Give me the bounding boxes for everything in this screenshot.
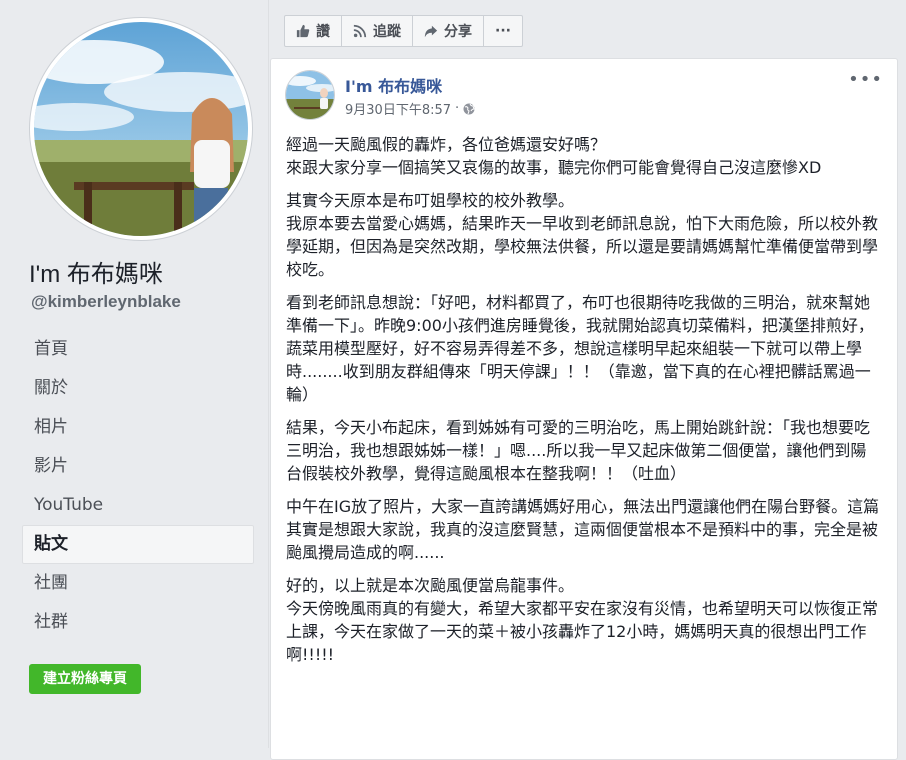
- post-meta: 9月30日下午8:57 ·: [345, 99, 475, 118]
- like-label: 讚: [316, 24, 330, 40]
- globe-icon[interactable]: [463, 103, 475, 115]
- nav-item-photos[interactable]: 相片: [22, 408, 254, 447]
- thumbs-up-icon: [296, 24, 310, 38]
- profile-picture[interactable]: [30, 18, 252, 240]
- share-button[interactable]: 分享: [413, 16, 484, 46]
- share-arrow-icon: [424, 25, 438, 38]
- page-nav: 首頁 關於 相片 影片 YouTube 貼文 社團 社群: [22, 330, 254, 642]
- post-message: 經過一天颱風假的轟炸，各位爸媽還安好嗎？ 來跟大家分享一個搞笑又哀傷的故事，聽完…: [286, 133, 882, 676]
- post-paragraph: 中午在IG放了照片，大家一直誇講媽媽好用心，無法出門還讓他們在陽台野餐。這篇其實…: [286, 497, 880, 562]
- share-label: 分享: [444, 24, 472, 40]
- post-paragraph: 看到老師訊息想說：「好吧，材料都買了，布叮也很期待吃我做的三明治，就來幫她準備一…: [286, 293, 874, 404]
- post-timestamp[interactable]: 9月30日下午8:57: [345, 99, 451, 118]
- post-paragraph: 其實今天原本是布叮姐學校的校外教學。 我原本要去當愛心媽媽，結果昨天一早收到老師…: [286, 191, 879, 279]
- post-author-avatar[interactable]: [286, 71, 334, 119]
- post-paragraph: 好的，以上就是本次颱風便當烏龍事件。 今天傍晚風雨真的有變大，希望大家都平安在家…: [286, 576, 879, 664]
- create-page-button[interactable]: 建立粉絲專頁: [29, 664, 141, 694]
- post-paragraph: 結果，今天小布起床，看到姊姊有可愛的三明治吃，馬上開始跳針說：「我也想要吃三明治…: [286, 418, 871, 483]
- rss-icon: [353, 24, 367, 38]
- avatar-image: [286, 71, 334, 119]
- page-name[interactable]: I'm 布布媽咪: [29, 254, 163, 289]
- profile-photo-image: [34, 22, 248, 236]
- post-options-icon[interactable]: •••: [848, 69, 883, 90]
- nav-item-groups[interactable]: 社團: [22, 564, 254, 603]
- follow-button[interactable]: 追蹤: [342, 16, 413, 46]
- more-options-button[interactable]: ···: [484, 16, 522, 46]
- page-action-bar: 讚 追蹤 分享 ···: [284, 15, 523, 47]
- profile-photo: [34, 22, 248, 236]
- post-paragraph: 經過一天颱風假的轟炸，各位爸媽還安好嗎？ 來跟大家分享一個搞笑又哀傷的故事，聽完…: [286, 135, 822, 177]
- like-button[interactable]: 讚: [285, 16, 342, 46]
- page-sidebar: I'm 布布媽咪 @kimberleynblake 首頁 關於 相片 影片 Yo…: [0, 0, 269, 748]
- nav-item-community[interactable]: 社群: [22, 603, 254, 642]
- more-dots-icon: ···: [495, 23, 511, 39]
- post-card: I'm 布布媽咪 9月30日下午8:57 · ••• 經過一天颱風假的轟炸，各位…: [270, 58, 898, 760]
- nav-item-posts[interactable]: 貼文: [22, 525, 254, 564]
- nav-item-videos[interactable]: 影片: [22, 447, 254, 486]
- meta-separator: ·: [455, 101, 460, 116]
- nav-item-home[interactable]: 首頁: [22, 330, 254, 369]
- post-author-name[interactable]: I'm 布布媽咪: [345, 73, 442, 97]
- nav-item-about[interactable]: 關於: [22, 369, 254, 408]
- nav-item-youtube[interactable]: YouTube: [22, 486, 254, 525]
- follow-label: 追蹤: [373, 24, 401, 40]
- page-handle[interactable]: @kimberleynblake: [31, 292, 181, 312]
